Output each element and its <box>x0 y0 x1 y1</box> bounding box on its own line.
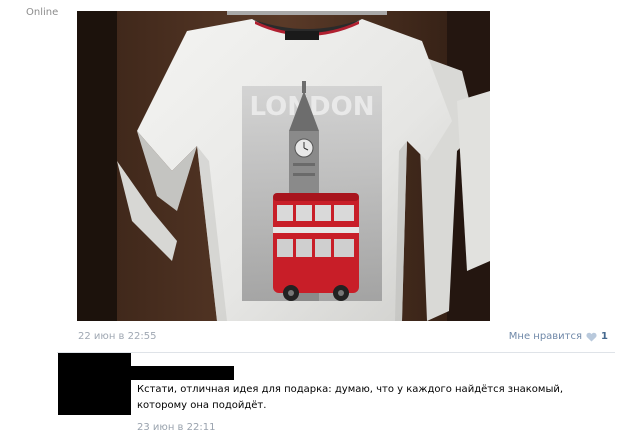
comment-text: Кстати, отличная идея для подарка: думаю… <box>137 384 564 411</box>
heart-icon <box>586 332 597 342</box>
online-status: Online <box>26 7 59 18</box>
commenter-name[interactable] <box>130 366 234 380</box>
commenter-avatar[interactable] <box>58 353 131 415</box>
post-photo[interactable]: LONDON <box>77 11 490 321</box>
like-count: 1 <box>601 331 608 342</box>
comments-divider <box>57 352 615 353</box>
post-page: Online LONDON 22 июн в 22:55 Мне нравитс… <box>0 0 627 442</box>
post-date[interactable]: 22 июн в 22:55 <box>78 331 156 342</box>
like-label: Мне нравится <box>508 331 583 342</box>
like-button[interactable]: Мне нравится 1 <box>509 331 608 342</box>
comment-date[interactable]: 23 июн в 22:11 <box>137 422 215 433</box>
